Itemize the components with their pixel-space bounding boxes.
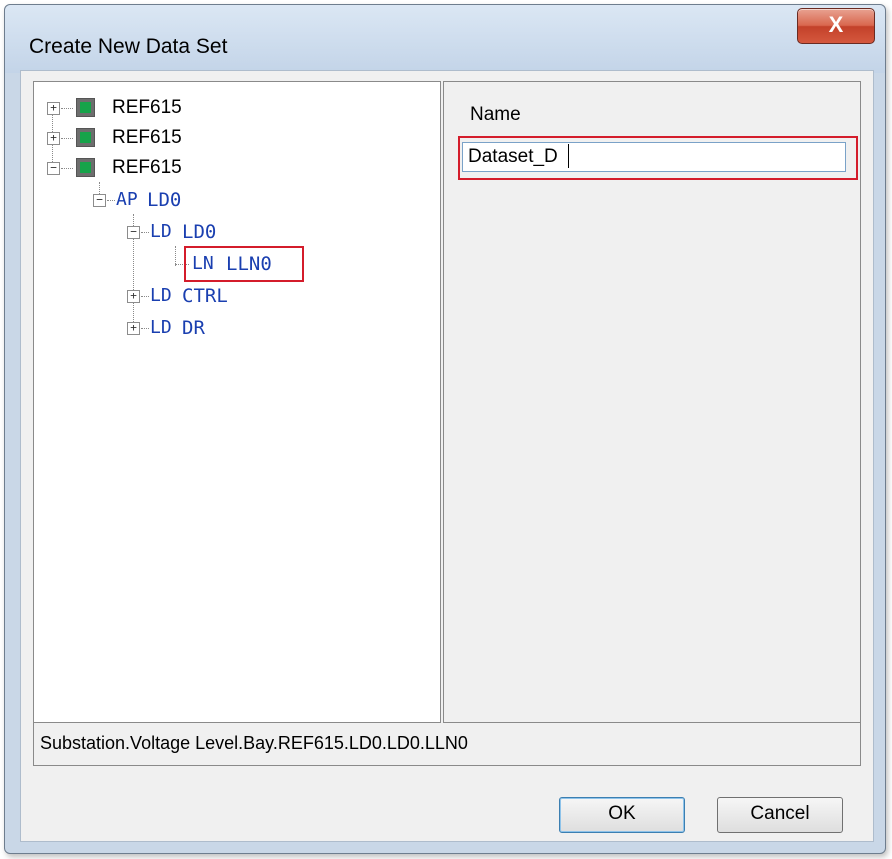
- device-icon: [76, 98, 95, 117]
- tree-connector: [61, 168, 73, 169]
- selected-path: Substation.Voltage Level.Bay.REF615.LD0.…: [40, 733, 468, 753]
- input-highlight: [458, 136, 858, 180]
- ok-button[interactable]: OK: [559, 797, 685, 833]
- tree-node-ld-dr[interactable]: + LD DR: [34, 314, 434, 342]
- node-type-tag: LD: [150, 317, 172, 338]
- window-title: Create New Data Set: [29, 35, 228, 58]
- tree-node-ref615-1[interactable]: + REF615: [34, 94, 434, 122]
- expand-icon[interactable]: +: [47, 132, 60, 145]
- tree-connector: [141, 232, 149, 233]
- collapse-icon[interactable]: −: [93, 194, 106, 207]
- dialog-client-area: + REF615 + REF615 − REF615 − AP LD0 − LD…: [20, 70, 874, 842]
- tree-node-ld-ctrl[interactable]: + LD CTRL: [34, 282, 434, 310]
- tree-node-label: REF615: [112, 157, 182, 178]
- tree-connector: [141, 296, 149, 297]
- tree-node-ref615-3[interactable]: − REF615: [34, 154, 434, 182]
- node-type-tag: LD: [150, 285, 172, 306]
- tree-connector: [107, 200, 115, 201]
- expand-icon[interactable]: +: [47, 102, 60, 115]
- path-status-bar: Substation.Voltage Level.Bay.REF615.LD0.…: [33, 723, 861, 766]
- tree-node-label: CTRL: [182, 285, 228, 307]
- node-type-tag: LD: [150, 221, 172, 242]
- collapse-icon[interactable]: −: [47, 162, 60, 175]
- device-icon: [76, 158, 95, 177]
- cancel-button[interactable]: Cancel: [717, 797, 843, 833]
- tree-node-ap-ld0[interactable]: − AP LD0: [34, 186, 434, 214]
- collapse-icon[interactable]: −: [127, 226, 140, 239]
- expand-icon[interactable]: +: [127, 290, 140, 303]
- name-label: Name: [470, 104, 521, 125]
- device-icon: [76, 128, 95, 147]
- tree-node-ld-ld0[interactable]: − LD LD0: [34, 218, 434, 246]
- tree-connector: [61, 108, 73, 109]
- name-panel: Name Dataset_D: [443, 81, 861, 723]
- title-bar[interactable]: Create New Data Set: [5, 5, 885, 73]
- tree-node-ref615-2[interactable]: + REF615: [34, 124, 434, 152]
- node-type-tag: AP: [116, 189, 138, 210]
- tree-node-label: LD0: [182, 221, 217, 243]
- tree-connector: [141, 328, 149, 329]
- create-data-set-dialog: Create New Data Set X + REF615 + REF615 …: [0, 0, 892, 859]
- expand-icon[interactable]: +: [127, 322, 140, 335]
- tree-node-label: REF615: [112, 127, 182, 148]
- tree-node-label: REF615: [112, 97, 182, 118]
- tree-node-label: DR: [182, 317, 205, 339]
- selection-highlight: [184, 246, 304, 282]
- tree-view[interactable]: + REF615 + REF615 − REF615 − AP LD0 − LD…: [33, 81, 441, 723]
- tree-node-label: LD0: [147, 189, 182, 211]
- close-button[interactable]: X: [797, 8, 875, 44]
- tree-connector: [61, 138, 73, 139]
- close-icon: X: [828, 12, 844, 37]
